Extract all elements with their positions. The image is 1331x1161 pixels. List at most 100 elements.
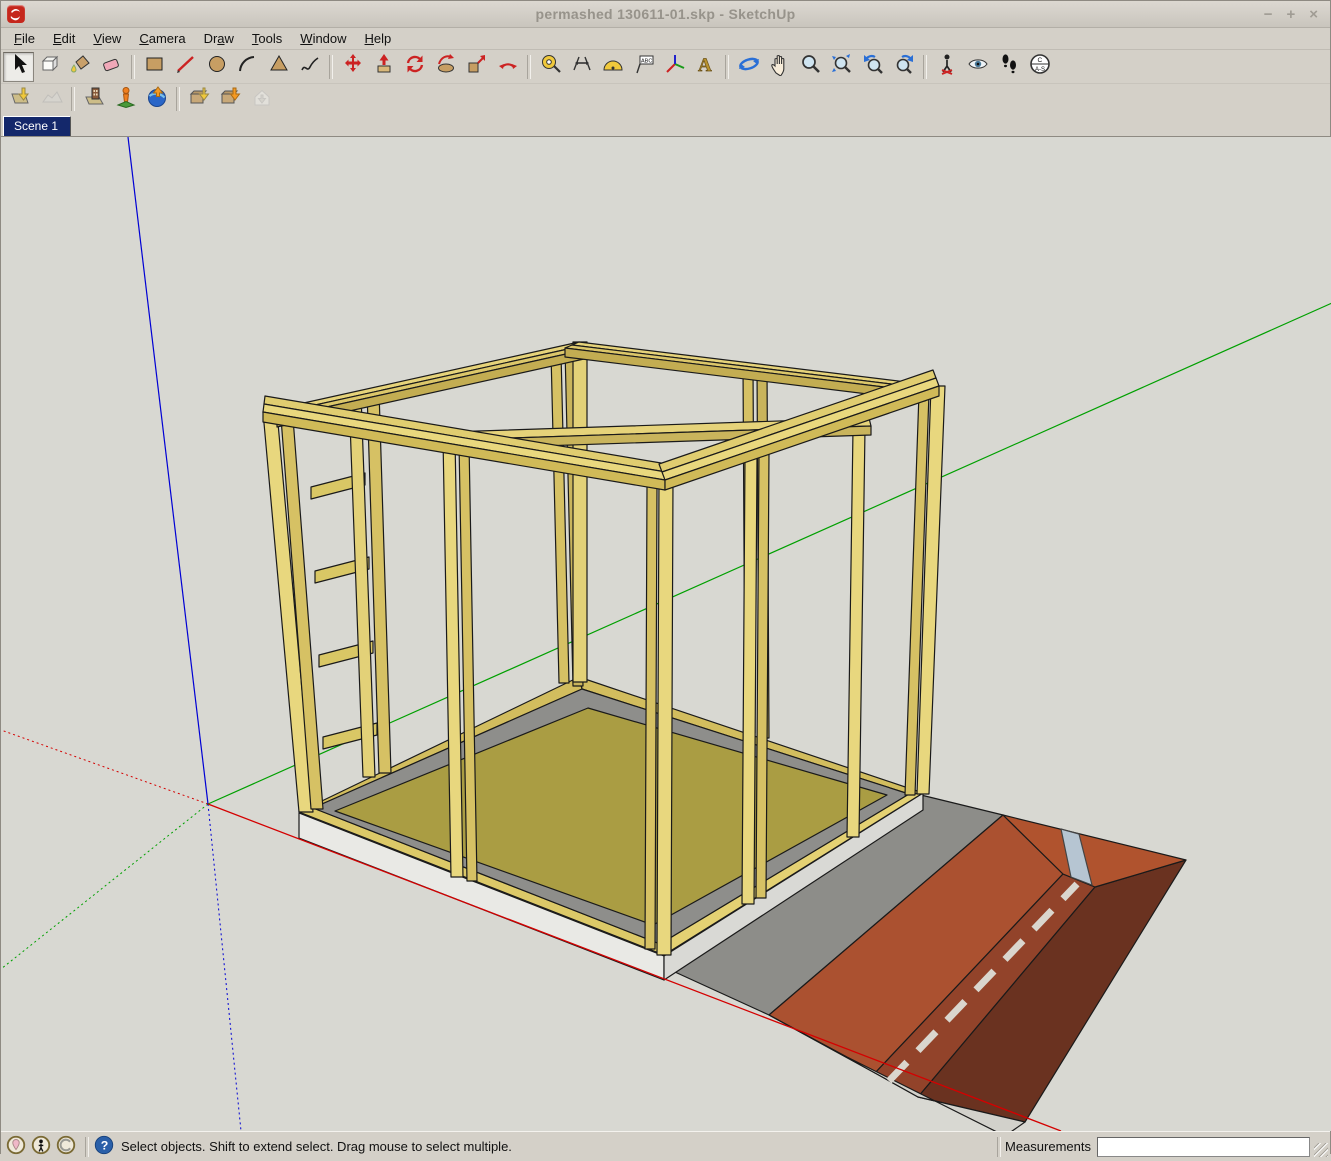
eraser-tool-button[interactable] bbox=[96, 52, 127, 82]
push-pull-tool-button[interactable] bbox=[368, 52, 399, 82]
section-plane-tool-button[interactable]: C A-S bbox=[1024, 52, 1055, 82]
menu-edit[interactable]: Edit bbox=[44, 29, 84, 48]
arc-tool-icon bbox=[236, 52, 260, 81]
rectangle-tool-button[interactable] bbox=[139, 52, 170, 82]
make-component-tool-button[interactable] bbox=[34, 52, 65, 82]
walk-tool-button[interactable] bbox=[993, 52, 1024, 82]
svg-text:C: C bbox=[1037, 57, 1042, 64]
post-front-inner bbox=[645, 486, 657, 949]
tape-measure-tool-button[interactable] bbox=[535, 52, 566, 82]
stud-door-1 bbox=[742, 457, 757, 904]
toolbar-separator bbox=[131, 55, 135, 79]
axes-tool-button[interactable] bbox=[659, 52, 690, 82]
photo-textures-icon bbox=[83, 85, 107, 114]
push-pull-tool-icon bbox=[372, 52, 396, 81]
follow-me-tool-button[interactable] bbox=[430, 52, 461, 82]
line-tool-button[interactable] bbox=[170, 52, 201, 82]
share-model-icon bbox=[219, 85, 243, 114]
tape-measure-tool-icon bbox=[539, 52, 563, 81]
freehand-tool-icon bbox=[298, 52, 322, 81]
maximize-button[interactable]: + bbox=[1286, 7, 1295, 22]
get-current-view-icon bbox=[9, 85, 33, 114]
text-tool-button[interactable]: ABC bbox=[628, 52, 659, 82]
dimension-tool-button[interactable] bbox=[566, 52, 597, 82]
main-toolbar: ABC A C A-S bbox=[1, 50, 1330, 84]
orbit-tool-button[interactable] bbox=[733, 52, 764, 82]
toggle-terrain-button bbox=[36, 84, 67, 114]
look-around-tool-button[interactable] bbox=[962, 52, 993, 82]
axis-red-dotted bbox=[1, 730, 208, 804]
zoom-tool-icon bbox=[799, 52, 823, 81]
zoom-extents-tool-button[interactable] bbox=[826, 52, 857, 82]
stud-door-2 bbox=[756, 453, 769, 898]
offset-tool-icon bbox=[496, 52, 520, 81]
select-tool-icon bbox=[7, 52, 31, 81]
menu-camera[interactable]: Camera bbox=[130, 29, 194, 48]
axis-blue-solid bbox=[128, 137, 208, 804]
arc-tool-button[interactable] bbox=[232, 52, 263, 82]
next-view-tool-button[interactable] bbox=[888, 52, 919, 82]
previous-view-tool-button[interactable] bbox=[857, 52, 888, 82]
menu-help[interactable]: Help bbox=[356, 29, 401, 48]
position-camera-tool-button[interactable] bbox=[931, 52, 962, 82]
3d-text-tool-button[interactable]: A bbox=[690, 52, 721, 82]
model-viewport[interactable] bbox=[1, 137, 1331, 1131]
dimension-tool-icon bbox=[570, 52, 594, 81]
google-toolbar bbox=[1, 84, 1330, 114]
zoom-extents-tool-icon bbox=[830, 52, 854, 81]
make-component-tool-icon bbox=[38, 52, 62, 81]
resize-grip[interactable] bbox=[1314, 1143, 1328, 1157]
share-model-button[interactable] bbox=[215, 84, 246, 114]
select-tool-button[interactable] bbox=[3, 52, 34, 82]
circle-tool-icon bbox=[205, 52, 229, 81]
get-models-button[interactable] bbox=[184, 84, 215, 114]
offset-tool-button[interactable] bbox=[492, 52, 523, 82]
street-view-icon bbox=[114, 85, 138, 114]
toolbar-separator bbox=[329, 55, 333, 79]
toggle-terrain-icon bbox=[40, 85, 64, 114]
google-earth-icon bbox=[145, 85, 169, 114]
claim-status-icon[interactable] bbox=[55, 1134, 77, 1159]
menu-window[interactable]: Window bbox=[291, 29, 355, 48]
menu-tools[interactable]: Tools bbox=[243, 29, 291, 48]
svg-text:A: A bbox=[698, 55, 712, 76]
get-current-view-button[interactable] bbox=[5, 84, 36, 114]
svg-text:A-S: A-S bbox=[1035, 67, 1045, 73]
top-plate-back-right-outer bbox=[572, 342, 939, 389]
pan-tool-icon bbox=[768, 52, 792, 81]
toolbar-separator bbox=[176, 87, 180, 111]
axis-green-dotted bbox=[1, 804, 208, 969]
tab-scene-1[interactable]: Scene 1 bbox=[3, 116, 71, 136]
menu-file[interactable]: File bbox=[5, 29, 44, 48]
walk-tool-icon bbox=[997, 52, 1021, 81]
status-bar: ? Select objects. Shift to extend select… bbox=[1, 1131, 1330, 1161]
post-front-outer bbox=[657, 480, 673, 955]
rectangle-tool-icon bbox=[143, 52, 167, 81]
section-plane-tool-icon: C A-S bbox=[1028, 52, 1052, 81]
freehand-tool-button[interactable] bbox=[294, 52, 325, 82]
street-view-button[interactable] bbox=[110, 84, 141, 114]
paint-bucket-tool-button[interactable] bbox=[65, 52, 96, 82]
credits-status-icon[interactable] bbox=[30, 1134, 52, 1159]
line-tool-icon bbox=[174, 52, 198, 81]
help-icon[interactable]: ? bbox=[93, 1144, 115, 1159]
google-earth-button[interactable] bbox=[141, 84, 172, 114]
axis-blue-dotted bbox=[208, 804, 241, 1131]
circle-tool-button[interactable] bbox=[201, 52, 232, 82]
position-camera-tool-icon bbox=[935, 52, 959, 81]
scale-tool-button[interactable] bbox=[461, 52, 492, 82]
menu-view[interactable]: View bbox=[84, 29, 130, 48]
rotate-tool-button[interactable] bbox=[399, 52, 430, 82]
geolocation-status-icon[interactable] bbox=[5, 1134, 27, 1159]
pan-tool-button[interactable] bbox=[764, 52, 795, 82]
minimize-button[interactable]: − bbox=[1264, 7, 1273, 22]
menu-draw[interactable]: Draw bbox=[195, 29, 243, 48]
polygon-tool-icon bbox=[267, 52, 291, 81]
zoom-tool-button[interactable] bbox=[795, 52, 826, 82]
photo-textures-button[interactable] bbox=[79, 84, 110, 114]
protractor-tool-button[interactable] bbox=[597, 52, 628, 82]
move-tool-button[interactable] bbox=[337, 52, 368, 82]
polygon-tool-button[interactable] bbox=[263, 52, 294, 82]
close-button[interactable]: × bbox=[1309, 7, 1318, 22]
window-title: permashed 130611-01.skp - SketchUp bbox=[1, 6, 1330, 22]
